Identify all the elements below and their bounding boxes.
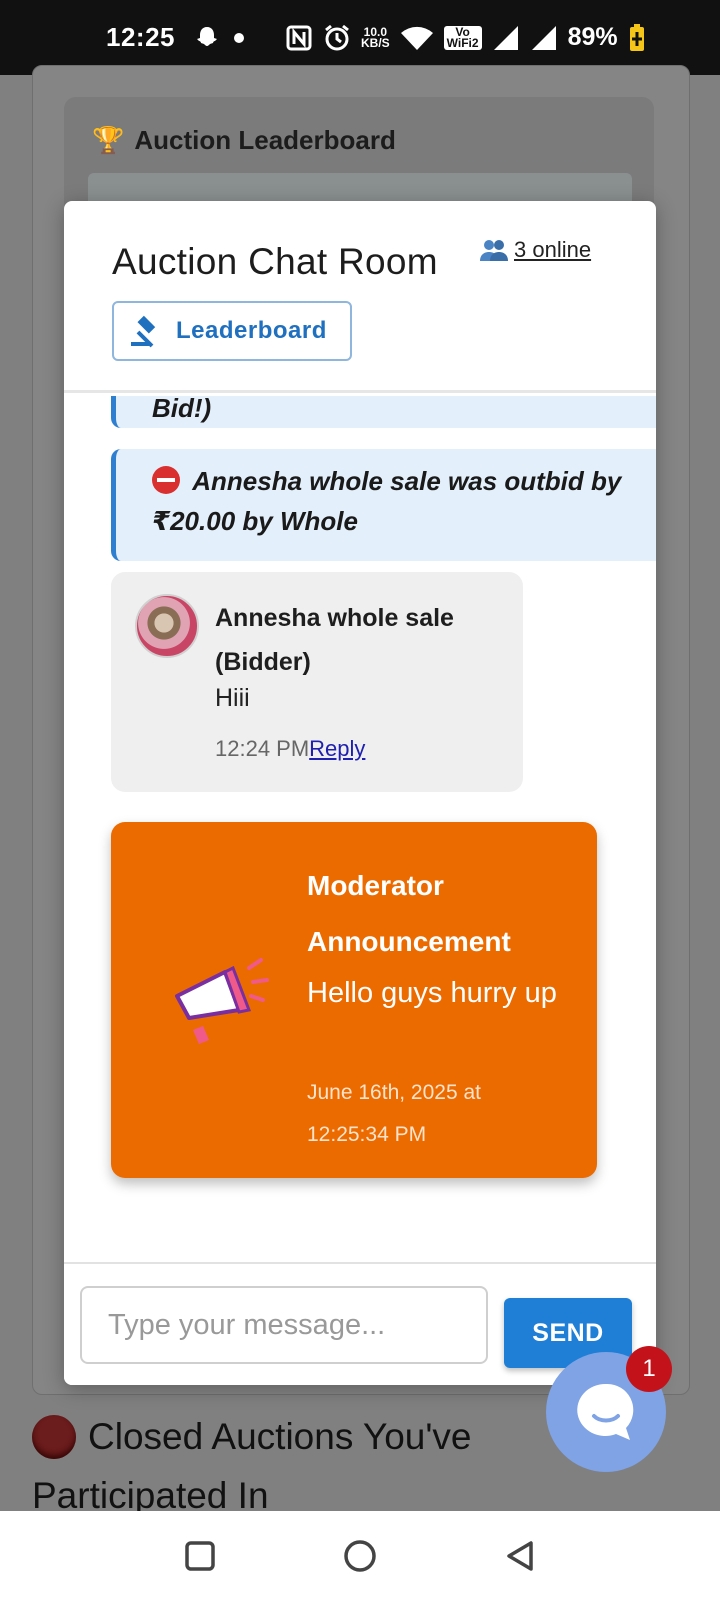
trophy-icon: 🏆 bbox=[92, 125, 125, 155]
battery-charging-icon bbox=[629, 23, 644, 51]
chat-messages[interactable]: Bid!) Annesha whole sale was outbid by ₹… bbox=[64, 396, 656, 1262]
home-icon[interactable] bbox=[342, 1538, 378, 1574]
message-input[interactable]: Type your message... bbox=[80, 1286, 488, 1364]
background-leaderboard-title: 🏆 Auction Leaderboard bbox=[92, 125, 396, 155]
chat-bubble-icon bbox=[577, 1383, 634, 1440]
message-meta: 12:24 PMReply bbox=[215, 736, 365, 762]
announcement-text: Hello guys hurry up bbox=[307, 977, 557, 1009]
vowifi-badge: Vo WiFi2 bbox=[443, 25, 482, 50]
avatar bbox=[135, 594, 199, 658]
megaphone-icon bbox=[163, 940, 273, 1050]
reply-link[interactable]: Reply bbox=[309, 736, 365, 761]
modal-header: Auction Chat Room 3 online Leaderboard bbox=[64, 201, 656, 393]
status-time: 12:25 bbox=[106, 22, 175, 52]
status-right-icons: 10.0 KB/S Vo WiFi2 89% bbox=[285, 23, 646, 52]
announcement-date: June 16th, 2025 at 12:25:34 PM bbox=[307, 1081, 481, 1146]
battery-level: 89% bbox=[567, 23, 618, 51]
status-bar: 12:25 10.0 KB/S Vo WiFi2 89% bbox=[0, 0, 720, 75]
alarm-icon bbox=[325, 24, 349, 50]
online-count-link[interactable]: 3 online bbox=[480, 237, 591, 263]
unread-badge: 1 bbox=[626, 1346, 672, 1392]
dot-icon bbox=[234, 32, 244, 43]
gavel-icon bbox=[131, 315, 156, 348]
announcement-title: Moderator Announcement bbox=[307, 870, 511, 957]
closed-auctions-heading: Closed Auctions You've bbox=[32, 1415, 472, 1459]
leaderboard-button[interactable]: Leaderboard bbox=[112, 301, 352, 361]
system-message: Bid!) bbox=[111, 396, 656, 428]
outbid-system-message: Annesha whole sale was outbid by ₹20.00 … bbox=[111, 449, 656, 561]
users-icon bbox=[480, 240, 508, 261]
message-text: Hiii bbox=[215, 684, 250, 712]
chat-message-bubble: Annesha whole sale (Bidder) Hiii 12:24 P… bbox=[111, 572, 523, 792]
message-input-placeholder: Type your message... bbox=[108, 1308, 386, 1341]
wifi-icon bbox=[400, 26, 433, 50]
status-left-icons bbox=[193, 24, 245, 52]
chat-room-modal: Auction Chat Room 3 online Leaderboard B… bbox=[64, 201, 656, 1385]
moderator-announcement: Moderator Announcement Hello guys hurry … bbox=[111, 822, 597, 1178]
signal-icon-2 bbox=[531, 25, 556, 50]
no-entry-icon bbox=[152, 466, 180, 494]
message-time: 12:24 PM bbox=[215, 736, 310, 761]
recents-icon[interactable] bbox=[183, 1539, 217, 1573]
modal-title: Auction Chat Room bbox=[112, 241, 438, 282]
red-circle-icon bbox=[32, 1415, 76, 1459]
back-icon[interactable] bbox=[503, 1539, 537, 1573]
navigation-bar bbox=[0, 1511, 720, 1600]
message-sender: Annesha whole sale (Bidder) bbox=[215, 604, 454, 676]
snapchat-icon bbox=[197, 26, 217, 46]
network-speed: 10.0 KB/S bbox=[361, 24, 390, 50]
signal-icon bbox=[493, 25, 518, 50]
nfc-icon bbox=[286, 25, 312, 50]
